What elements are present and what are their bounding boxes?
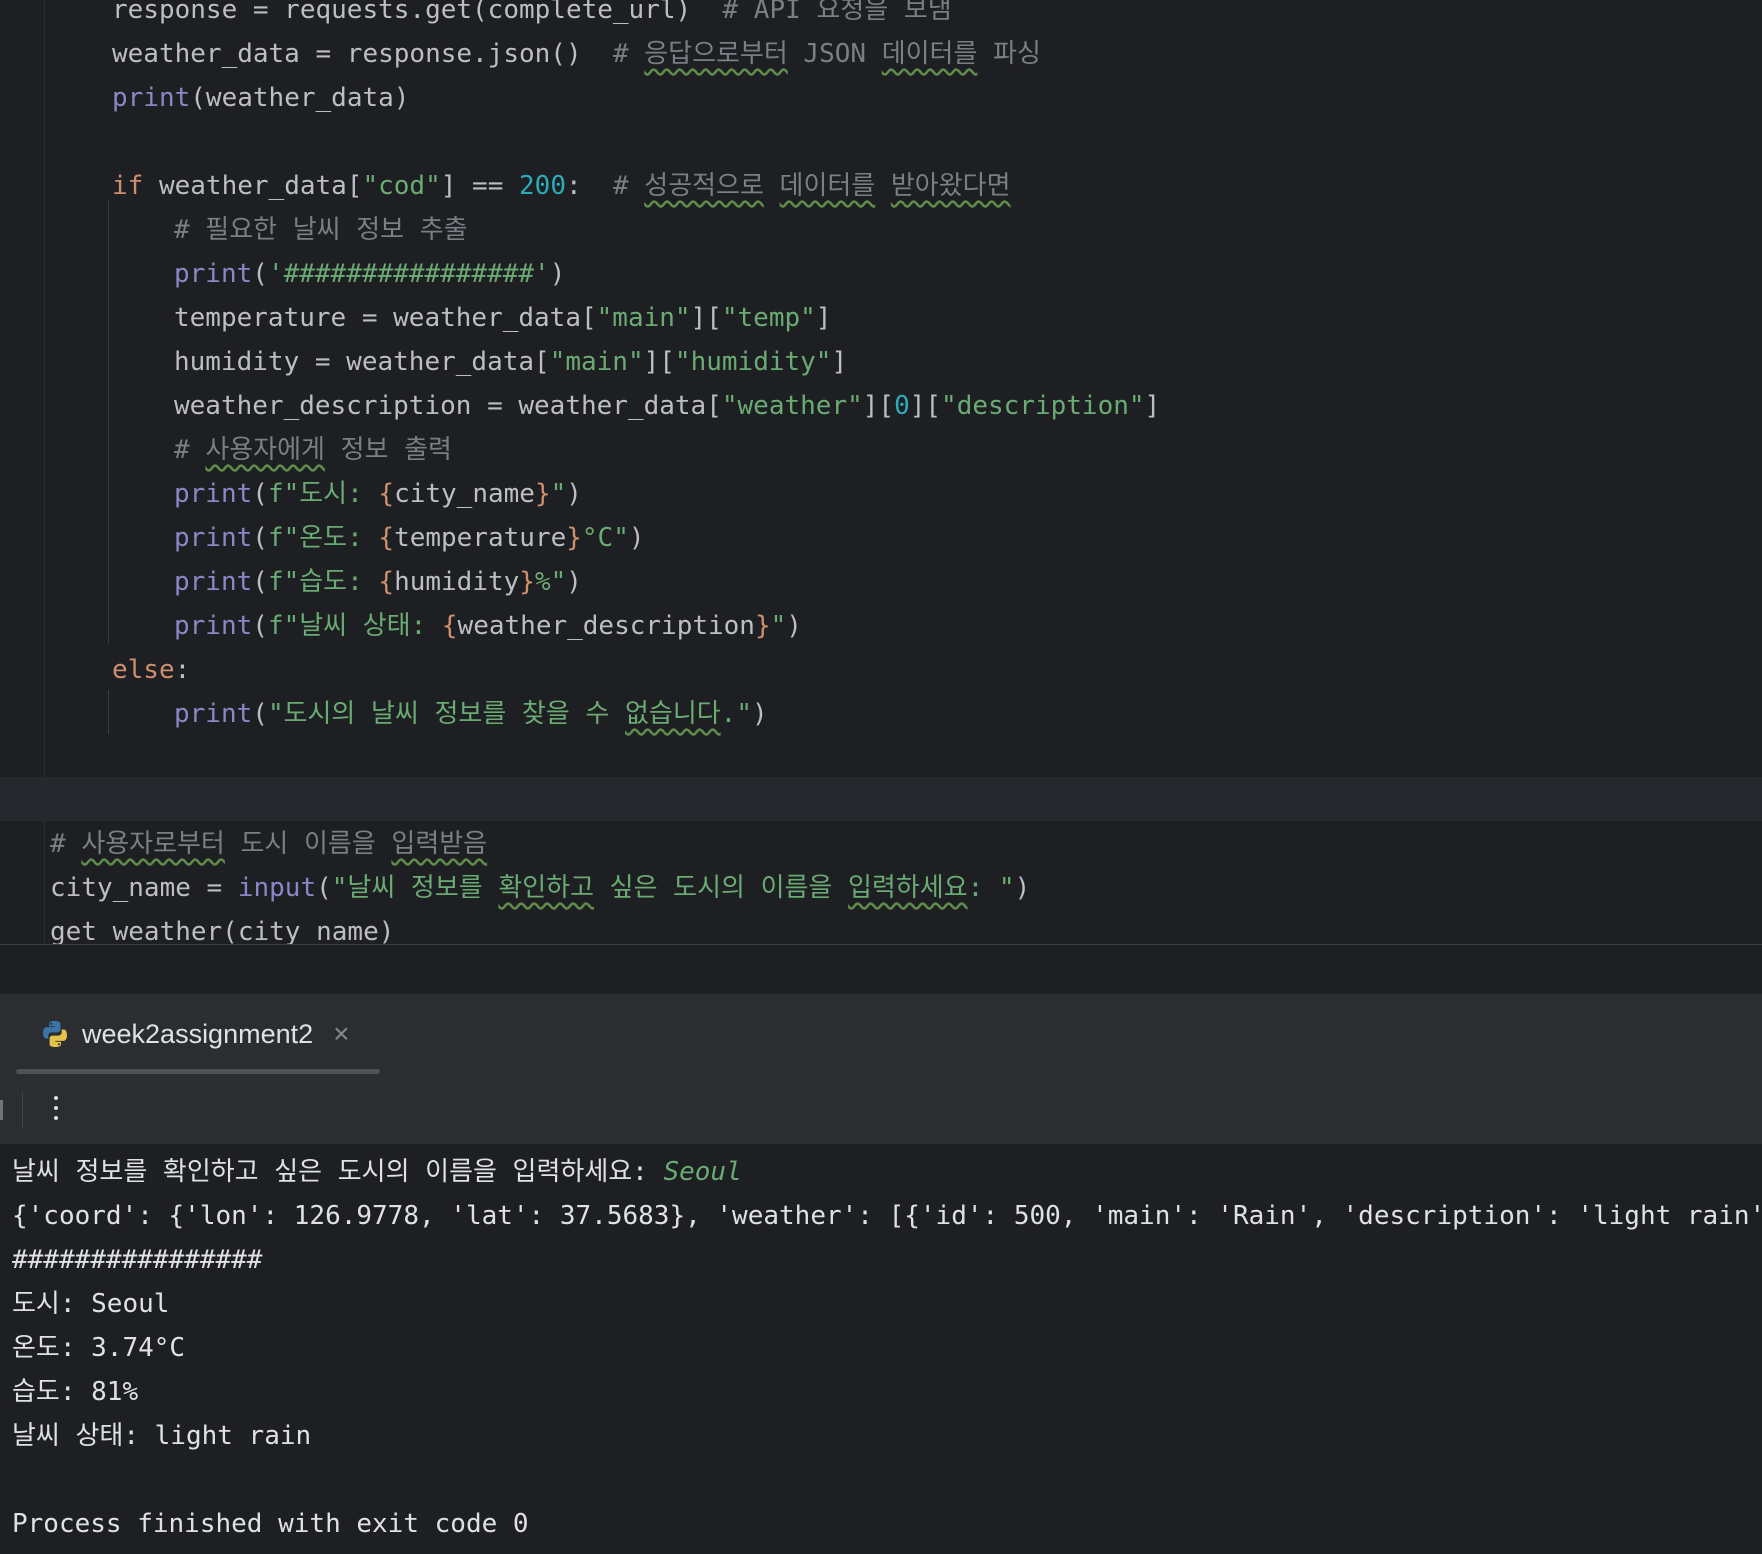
code-line: print("도시의 날씨 정보를 찾을 수 없습니다."): [174, 699, 768, 729]
code-line: print(weather_data): [112, 83, 410, 113]
code-line: print(f"날씨 상태: {weather_description}"): [174, 611, 802, 641]
code-line: temperature = weather_data["main"]["temp…: [174, 303, 832, 333]
panel-splitter[interactable]: [0, 944, 1762, 995]
indent-guide: [108, 200, 109, 644]
toolbar-separator: [22, 1092, 23, 1128]
console-line: {'coord': {'lon': 126.9778, 'lat': 37.56…: [12, 1201, 1762, 1231]
code-line: # 필요한 날씨 정보 추출: [174, 215, 468, 245]
current-line-highlight: [0, 777, 1762, 821]
indent-guide: [108, 690, 109, 734]
code-line: weather_data = response.json() # 응답으로부터 …: [112, 39, 1041, 69]
console-line: 날씨 정보를 확인하고 싶은 도시의 이름을 입력하세요: Seoul: [12, 1157, 742, 1187]
run-tab-bar: week2assignment2 ×: [0, 994, 1762, 1075]
python-icon: [43, 1021, 67, 1047]
code-line: if weather_data["cod"] == 200: # 성공적으로 데…: [112, 171, 1011, 201]
code-line: weather_description = weather_data["weat…: [174, 391, 1161, 421]
tab-label: week2assignment2: [82, 1018, 314, 1049]
code-line: print('################'): [174, 259, 566, 289]
code-editor[interactable]: response = requests.get(complete_url) # …: [0, 0, 1762, 944]
code-line: print(f"습도: {humidity}%"): [174, 567, 582, 597]
code-line: get_weather(city_name): [50, 917, 395, 944]
close-icon[interactable]: ×: [333, 1018, 349, 1050]
code-line: # 사용자에게 정보 출력: [174, 435, 452, 465]
console-line: ################: [12, 1245, 263, 1275]
console-line: 습도: 81%: [12, 1377, 139, 1407]
code-line: response = requests.get(complete_url) # …: [112, 0, 952, 25]
code-line: else:: [112, 655, 191, 685]
more-options-icon[interactable]: [44, 1088, 68, 1128]
console-line: 온도: 3.74°C: [12, 1333, 186, 1363]
console-exit-line: Process finished with exit code 0: [12, 1509, 529, 1539]
console-line: 도시: Seoul: [12, 1289, 170, 1319]
console-line: 날씨 상태: light rain: [12, 1421, 312, 1451]
run-toolbar: [0, 1074, 1762, 1144]
code-line: humidity = weather_data["main"]["humidit…: [174, 347, 848, 377]
toolbar-edge-marker: [0, 1100, 3, 1120]
code-line: city_name = input("날씨 정보를 확인하고 싶은 도시의 이름…: [50, 873, 1031, 903]
run-console-output[interactable]: 날씨 정보를 확인하고 싶은 도시의 이름을 입력하세요: Seoul {'co…: [0, 1144, 1762, 1554]
console-user-input: Seoul: [663, 1157, 742, 1187]
code-line: # 사용자로부터 도시 이름을 입력받음: [50, 829, 488, 859]
code-line: print(f"온도: {temperature}°C"): [174, 523, 645, 553]
tab-run-config[interactable]: week2assignment2 ×: [16, 994, 380, 1074]
code-line: print(f"도시: {city_name}"): [174, 479, 582, 509]
